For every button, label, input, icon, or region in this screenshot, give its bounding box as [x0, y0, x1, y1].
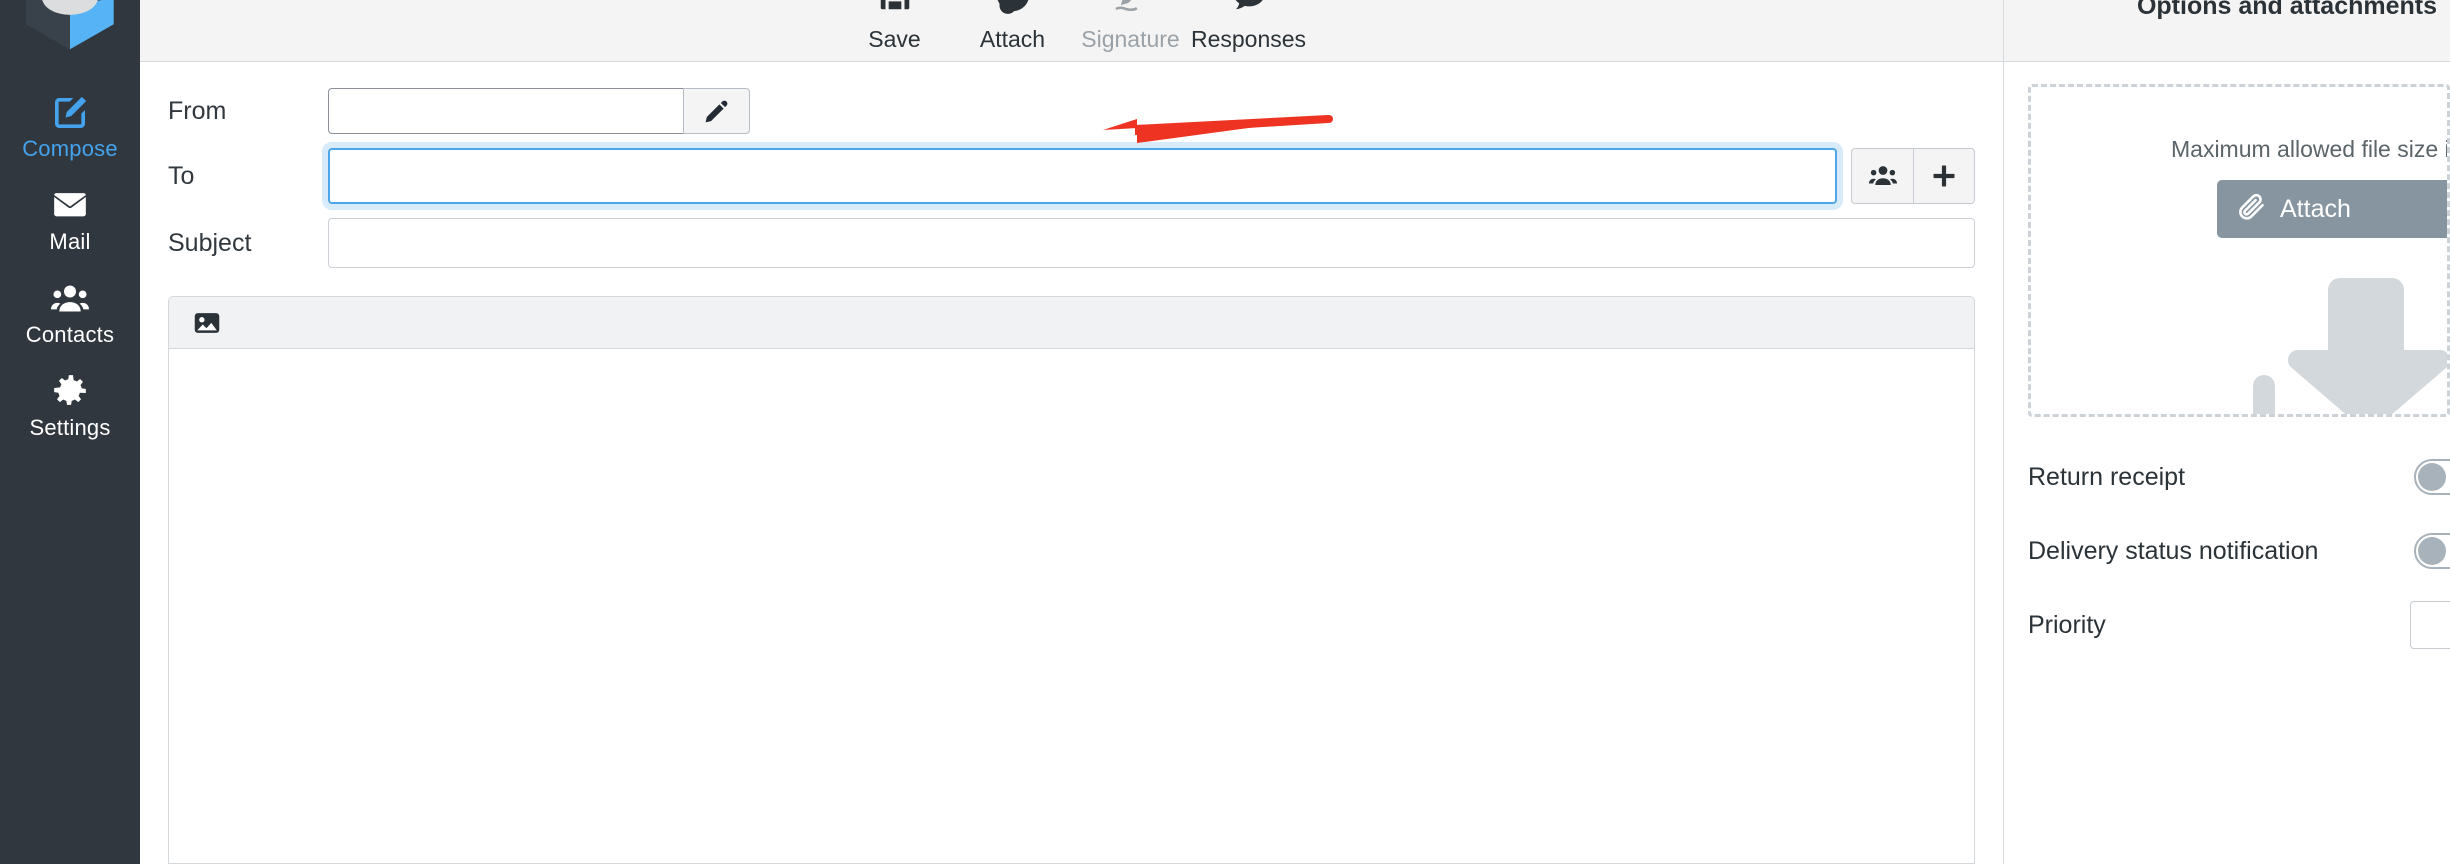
attachment-dropzone[interactable]: Maximum allowed file size is 10 MB. Atta…: [2028, 84, 2450, 417]
insert-image-button[interactable]: [185, 303, 229, 343]
option-label: Priority: [2028, 610, 2106, 639]
toolbar-button-label: Responses: [1190, 26, 1307, 52]
sidebar-item-mail[interactable]: Mail: [0, 175, 140, 268]
to-row: To: [140, 148, 2003, 204]
pencil-icon: [703, 98, 730, 125]
options-panel: Options and attachments Maximum allowed …: [2003, 0, 2450, 864]
compose-form: From To Subject: [140, 62, 2003, 864]
people-icon: [1868, 161, 1898, 191]
from-row: From: [140, 88, 2003, 134]
gear-icon: [51, 372, 89, 410]
speech-bubble-icon: [1230, 0, 1268, 22]
toolbar-button-label: Signature: [1081, 26, 1180, 52]
sidebar-item-label: Settings: [29, 415, 111, 440]
paperclip-circle-icon: [994, 0, 1032, 22]
to-label: To: [168, 162, 195, 190]
roundcube-compose-screen: Compose Mail Contacts Settings Save Atta…: [0, 0, 2450, 864]
message-editor: [168, 296, 1975, 864]
sidebar-item-settings[interactable]: Settings: [0, 361, 140, 454]
option-row-return-receipt: Return receipt: [2004, 452, 2450, 502]
to-contacts-button[interactable]: [1851, 148, 1913, 204]
attach-file-label: Attach: [2280, 194, 2351, 223]
max-filesize-text: Maximum allowed file size is 10 MB.: [2171, 136, 2450, 162]
option-label: Delivery status notification: [2028, 536, 2319, 565]
from-label: From: [168, 97, 227, 125]
toolbar-button-label: Save: [868, 26, 921, 52]
subject-label: Subject: [168, 229, 252, 257]
signature-button[interactable]: Signature: [1072, 0, 1190, 53]
toolbar-button-label: Attach: [979, 26, 1046, 52]
options-list: Return receipt Delivery status notificat…: [2004, 417, 2450, 650]
sidebar-item-contacts[interactable]: Contacts: [0, 268, 140, 361]
save-floppy-icon: [876, 0, 914, 22]
options-panel-body: Maximum allowed file size is 10 MB. Atta…: [2004, 62, 2450, 864]
sidebar-item-label: Compose: [22, 136, 118, 161]
compose-pencil-icon: [50, 93, 90, 131]
logo-container: [0, 0, 140, 68]
signature-pen-icon: [1112, 0, 1150, 22]
main-area: Save Attach Signature Responses From To …: [140, 0, 2450, 864]
attach-button[interactable]: Attach: [954, 0, 1072, 53]
attach-file-button[interactable]: Attach: [2217, 180, 2447, 238]
sidebar-item-label: Contacts: [25, 322, 115, 347]
people-icon: [50, 279, 90, 317]
sidebar: Compose Mail Contacts Settings: [0, 0, 140, 864]
sidebar-item-label: Mail: [49, 229, 91, 254]
subject-row: Subject: [140, 218, 2003, 268]
editor-toolbar: [169, 297, 1974, 349]
option-label: Return receipt: [2028, 462, 2186, 491]
from-edit-button[interactable]: [683, 88, 750, 134]
paperclip-icon: [2237, 192, 2267, 227]
options-panel-title: Options and attachments: [2136, 0, 2438, 20]
options-panel-header: Options and attachments: [2004, 0, 2450, 62]
subject-input[interactable]: [328, 218, 1975, 268]
sidebar-item-compose[interactable]: Compose: [0, 82, 140, 175]
delivery-status-toggle[interactable]: [2414, 533, 2450, 569]
plus-icon: [1930, 162, 1958, 190]
image-icon: [193, 309, 221, 337]
compose-toolbar: Save Attach Signature Responses: [140, 0, 2003, 62]
download-arrow-icon: [2253, 278, 2447, 414]
return-receipt-toggle[interactable]: [2414, 459, 2450, 495]
responses-button[interactable]: Responses: [1190, 0, 1308, 53]
inbox-logo: [26, 0, 114, 50]
to-input[interactable]: [328, 148, 1837, 204]
message-body[interactable]: [169, 349, 1974, 863]
save-button[interactable]: Save: [836, 0, 954, 53]
envelope-icon: [50, 186, 90, 224]
sidebar-nav: Compose Mail Contacts Settings: [0, 68, 140, 454]
compose-column: Save Attach Signature Responses From To …: [140, 0, 2003, 864]
from-input[interactable]: [328, 88, 683, 134]
option-row-delivery-status: Delivery status notification: [2004, 526, 2450, 576]
priority-select[interactable]: [2410, 601, 2450, 649]
to-add-button[interactable]: [1913, 148, 1975, 204]
option-row-priority: Priority: [2004, 600, 2450, 650]
